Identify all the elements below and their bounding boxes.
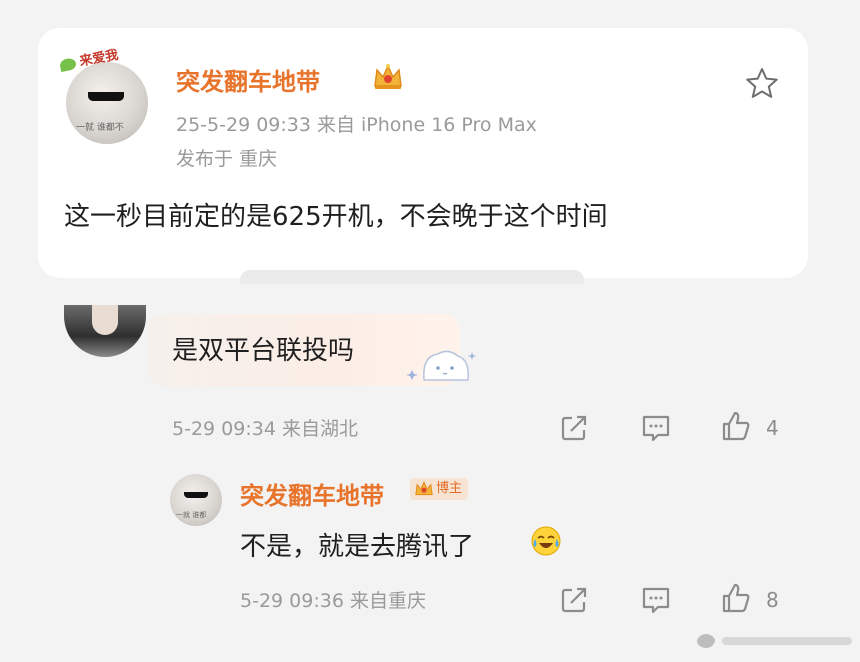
comment-text: 是双平台联投吗 [172, 336, 355, 366]
avatar-badge-text: 来爱我 [78, 47, 120, 70]
comment-meta: 5-29 09:34 来自湖北 [172, 418, 358, 440]
star-icon[interactable] [744, 66, 780, 102]
share-icon[interactable] [558, 412, 590, 444]
reply-text: 不是，就是去腾讯了 [240, 532, 475, 562]
comment-icon[interactable] [640, 412, 672, 444]
blogger-badge: 博主 [410, 478, 469, 500]
like-icon[interactable] [720, 582, 752, 614]
cat-sticker-icon [406, 350, 476, 381]
section-divider [240, 270, 584, 284]
avatar[interactable] [64, 305, 146, 357]
avatar[interactable]: 一就 谁都 [170, 474, 222, 526]
face-graphic [92, 305, 118, 335]
post-meta: 25-5-29 09:33 来自 iPhone 16 Pro Max [176, 114, 537, 136]
avatar-caption: 一就 谁都不 [76, 123, 124, 133]
blogger-badge-label: 博主 [436, 481, 463, 496]
avatar-caption: 一就 谁都 [176, 511, 207, 519]
sunglasses-graphic [184, 492, 208, 498]
post-username[interactable]: 突发翻车地带 [176, 62, 320, 97]
crown-icon [415, 480, 433, 496]
leaf-icon [59, 56, 77, 72]
reply-username[interactable]: 突发翻车地带 [240, 476, 384, 511]
laugh-cry-emoji-icon [531, 526, 561, 556]
share-icon[interactable] [558, 584, 590, 616]
reply-meta: 5-29 09:36 来自重庆 [240, 590, 426, 612]
sunglasses-graphic [88, 92, 124, 101]
crown-icon [374, 64, 402, 89]
watermark-logo [697, 634, 852, 648]
like-icon[interactable] [720, 410, 752, 442]
post-text: 这一秒目前定的是625开机，不会晚于这个时间 [64, 202, 608, 232]
like-count: 4 [766, 416, 779, 440]
like-count: 8 [766, 588, 779, 612]
comment-icon[interactable] [640, 584, 672, 616]
post-location: 发布于 重庆 [176, 148, 278, 170]
